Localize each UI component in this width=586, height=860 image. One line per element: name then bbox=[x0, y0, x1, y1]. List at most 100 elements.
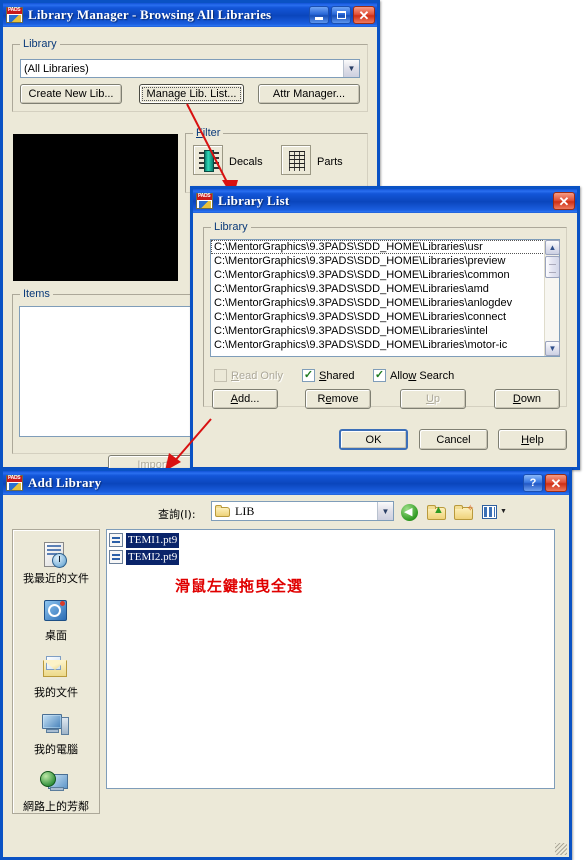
part-symbol-icon bbox=[289, 151, 305, 171]
library-path-row[interactable]: C:\MentorGraphics\9.3PADS\SDD_HOME\Libra… bbox=[211, 338, 559, 352]
add-button[interactable]: Add... bbox=[212, 389, 278, 409]
annotation-text: 滑鼠左鍵拖曳全選 bbox=[175, 577, 304, 595]
library-list-titlebar[interactable]: PADS Library List ✕ bbox=[193, 189, 577, 213]
help-button[interactable]: ? bbox=[523, 474, 543, 492]
chevron-down-icon[interactable]: ▼ bbox=[343, 60, 359, 77]
library-file-icon bbox=[109, 533, 123, 547]
pads-app-icon: PADS bbox=[6, 475, 23, 491]
library-select[interactable]: (All Libraries) ▼ bbox=[20, 59, 360, 78]
decals-filter-button[interactable] bbox=[193, 145, 223, 175]
place-my-computer[interactable]: 我的電腦 bbox=[13, 705, 99, 762]
library-path-row[interactable]: C:\MentorGraphics\9.3PADS\SDD_HOME\Libra… bbox=[211, 268, 559, 282]
lookin-value: LIB bbox=[235, 503, 255, 518]
down-button[interactable]: Down bbox=[494, 389, 560, 409]
add-library-titlebar[interactable]: PADS Add Library ? ✕ bbox=[3, 471, 569, 495]
place-label: 我的電腦 bbox=[34, 743, 78, 756]
lookin-select[interactable]: LIB ▼ bbox=[211, 501, 394, 521]
pads-app-icon: PADS bbox=[196, 193, 213, 209]
views-button[interactable]: ▼ bbox=[480, 501, 510, 522]
my-computer-icon bbox=[40, 712, 72, 742]
help-icon: ? bbox=[529, 477, 537, 489]
check-icon: ✓ bbox=[303, 369, 314, 381]
up-one-level-button[interactable]: ▲ bbox=[426, 501, 448, 522]
allow-search-checkbox[interactable]: ✓ Allow Search bbox=[373, 369, 454, 382]
place-label: 桌面 bbox=[45, 629, 67, 642]
new-folder-button[interactable]: ✧ bbox=[453, 501, 475, 522]
library-manager-title: Library Manager - Browsing All Libraries bbox=[28, 7, 272, 22]
file-list-item[interactable]: TEMI2.pt9 bbox=[109, 549, 187, 565]
library-paths-listbox[interactable]: C:\MentorGraphics\9.3PADS\SDD_HOME\Libra… bbox=[210, 239, 560, 357]
remove-button[interactable]: Remove bbox=[305, 389, 371, 409]
screenshot-root: PADS Library Manager - Browsing All Libr… bbox=[0, 0, 586, 860]
library-path-row[interactable]: C:\MentorGraphics\9.3PADS\SDD_HOME\Libra… bbox=[211, 240, 559, 254]
attr-manager-button[interactable]: Attr Manager... bbox=[258, 84, 360, 104]
help-label: Help bbox=[521, 433, 544, 446]
maximize-button[interactable] bbox=[331, 6, 351, 24]
close-button[interactable]: ✕ bbox=[553, 192, 575, 210]
ok-button[interactable]: OK bbox=[339, 429, 408, 450]
library-path-row[interactable]: C:\MentorGraphics\9.3PADS\SDD_HOME\Libra… bbox=[211, 310, 559, 324]
library-manager-window-buttons: ✕ bbox=[309, 6, 375, 24]
add-library-window-buttons: ? ✕ bbox=[523, 474, 567, 492]
scrollbar-thumb[interactable] bbox=[545, 256, 560, 278]
read-only-label: Read Only bbox=[231, 369, 283, 382]
remove-label: Remove bbox=[317, 393, 359, 405]
allow-search-label: Allow Search bbox=[390, 369, 455, 382]
file-list[interactable]: TEMI1.pt9 TEMI2.pt9 滑鼠左鍵拖曳全選 bbox=[106, 529, 555, 789]
ok-label: OK bbox=[365, 433, 382, 446]
checkbox-box[interactable]: ✓ bbox=[302, 369, 315, 382]
up-label: Up bbox=[425, 393, 441, 405]
back-button[interactable]: ◀ bbox=[399, 501, 421, 522]
network-icon bbox=[40, 769, 72, 799]
checkbox-box bbox=[214, 369, 227, 382]
file-list-item[interactable]: TEMI1.pt9 bbox=[109, 532, 187, 548]
desktop-icon bbox=[40, 598, 72, 628]
scroll-up-arrow-icon[interactable]: ▲ bbox=[545, 240, 560, 255]
cancel-button[interactable]: Cancel bbox=[419, 429, 488, 450]
decal-pins-right bbox=[214, 152, 219, 170]
down-label: Down bbox=[512, 393, 542, 405]
add-label: Add... bbox=[230, 393, 260, 405]
library-paths-scrollbar[interactable]: ▲ ▼ bbox=[544, 240, 560, 356]
library-path-row[interactable]: C:\MentorGraphics\9.3PADS\SDD_HOME\Libra… bbox=[211, 254, 559, 268]
decal-pins-left bbox=[199, 152, 204, 170]
create-new-lib-button[interactable]: Create New Lib... bbox=[20, 84, 122, 104]
library-list-group-label: Library bbox=[211, 221, 251, 233]
lookin-label: 查詢(I): bbox=[158, 508, 196, 521]
chevron-down-icon[interactable]: ▼ bbox=[377, 502, 393, 520]
library-file-icon bbox=[109, 550, 123, 564]
my-documents-icon bbox=[40, 655, 72, 685]
minimize-button[interactable] bbox=[309, 6, 329, 24]
pads-app-icon: PADS bbox=[6, 7, 23, 23]
parts-label: Parts bbox=[317, 156, 343, 168]
manage-lib-list-button[interactable]: Manage Lib. List... bbox=[139, 84, 244, 104]
shared-checkbox[interactable]: ✓ Shared bbox=[302, 369, 354, 382]
places-bar: 我最近的文件 桌面 我的文件 我的電腦 網路上的芳鄰 bbox=[12, 529, 100, 814]
place-desktop[interactable]: 桌面 bbox=[13, 591, 99, 648]
parts-filter-button[interactable] bbox=[281, 145, 311, 175]
add-library-title: Add Library bbox=[28, 475, 102, 490]
place-label: 網路上的芳鄰 bbox=[23, 800, 89, 813]
library-group-label: Library bbox=[20, 38, 60, 50]
up-button: Up bbox=[400, 389, 466, 409]
decal-chip-icon bbox=[204, 150, 214, 172]
shared-label: Shared bbox=[319, 369, 355, 382]
close-button[interactable]: ✕ bbox=[545, 474, 567, 492]
place-network[interactable]: 網路上的芳鄰 bbox=[13, 762, 99, 819]
scroll-down-arrow-icon[interactable]: ▼ bbox=[545, 341, 560, 356]
scrollbar-track[interactable] bbox=[545, 278, 559, 341]
library-path-row[interactable]: C:\MentorGraphics\9.3PADS\SDD_HOME\Libra… bbox=[211, 296, 559, 310]
recent-documents-icon bbox=[40, 541, 72, 571]
manage-lib-list-label: Manage Lib. List... bbox=[146, 88, 237, 100]
library-path-row[interactable]: C:\MentorGraphics\9.3PADS\SDD_HOME\Libra… bbox=[211, 282, 559, 296]
place-recent-documents[interactable]: 我最近的文件 bbox=[13, 534, 99, 591]
library-path-row[interactable]: C:\MentorGraphics\9.3PADS\SDD_HOME\Libra… bbox=[211, 324, 559, 338]
checkbox-box[interactable]: ✓ bbox=[373, 369, 386, 382]
close-button[interactable]: ✕ bbox=[353, 6, 375, 24]
place-my-documents[interactable]: 我的文件 bbox=[13, 648, 99, 705]
library-manager-titlebar[interactable]: PADS Library Manager - Browsing All Libr… bbox=[3, 3, 377, 27]
help-button[interactable]: Help bbox=[498, 429, 567, 450]
resize-grip[interactable] bbox=[555, 843, 567, 855]
library-list-title: Library List bbox=[218, 193, 290, 208]
add-library-toolbar: ◀ ▲ ✧ ▼ bbox=[399, 501, 510, 522]
